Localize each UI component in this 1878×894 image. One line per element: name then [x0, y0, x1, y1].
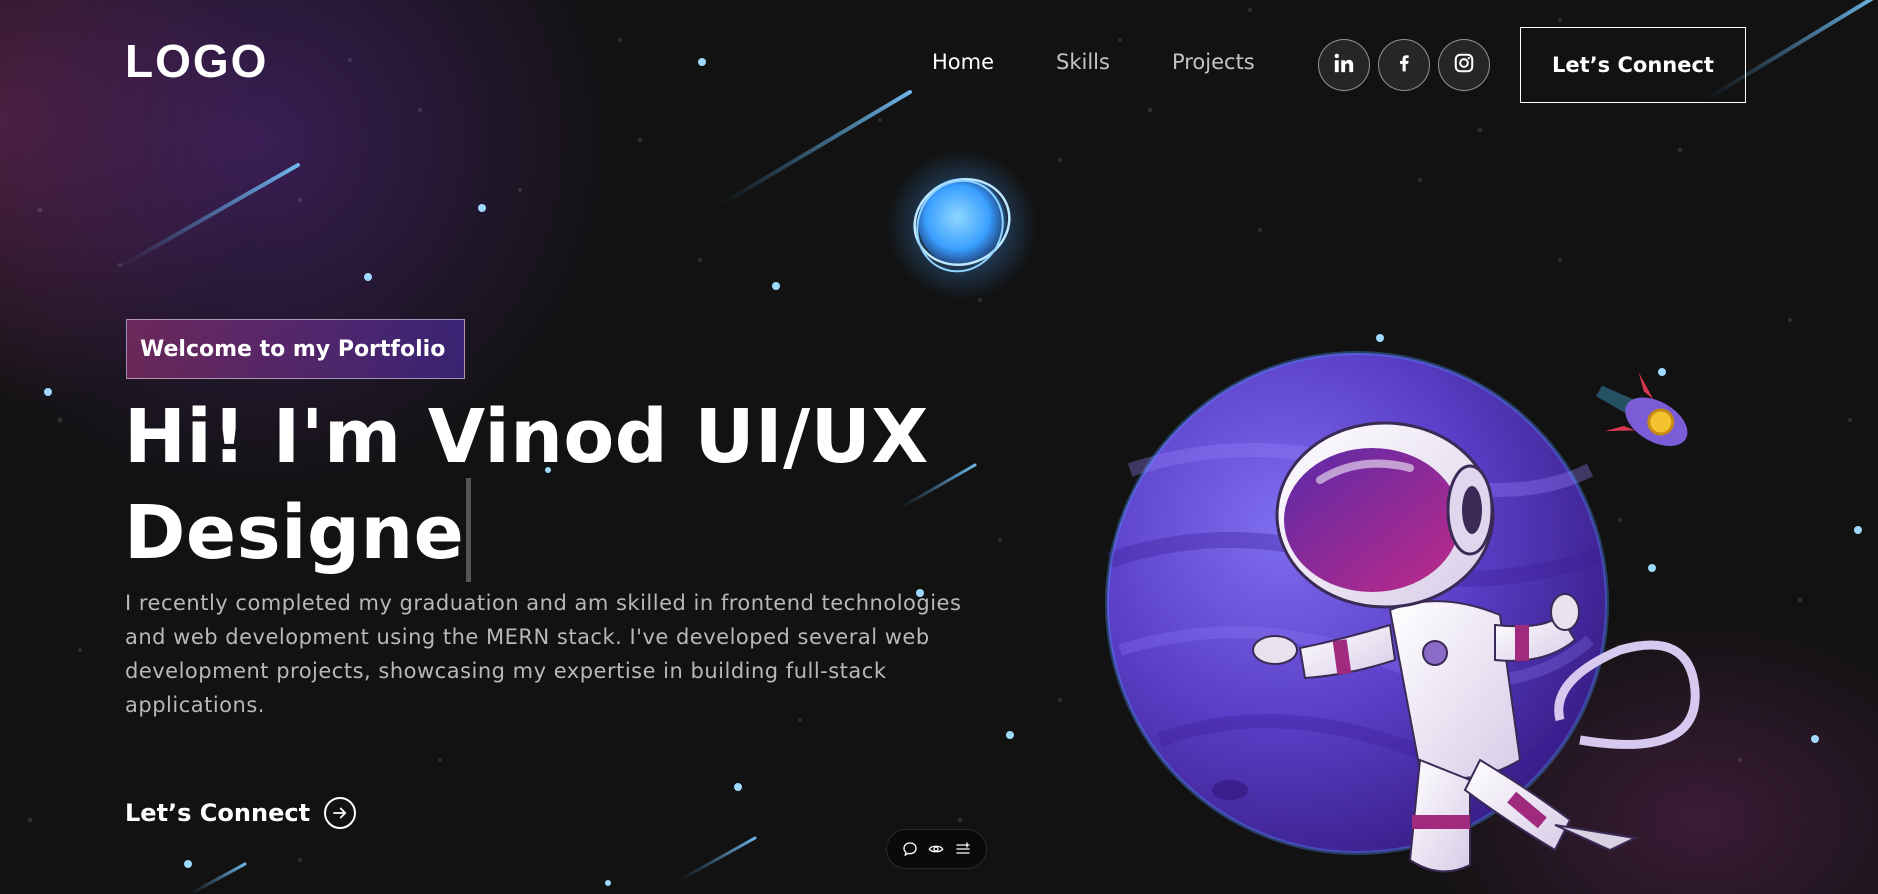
instagram-icon — [1453, 52, 1475, 78]
arrow-right-circle-icon — [324, 797, 357, 829]
social-icons — [1318, 39, 1490, 91]
hero-headline: Hi! I'm Vinod UI/UX Designe — [124, 396, 1024, 582]
hero-description: I recently completed my graduation and a… — [125, 591, 962, 717]
linkedin-button[interactable] — [1318, 39, 1370, 91]
facebook-icon — [1394, 53, 1414, 77]
facebook-button[interactable] — [1378, 39, 1430, 91]
hero-banner: LOGO Home Skills Projects Let’s Connect … — [0, 0, 1878, 894]
eye-icon[interactable] — [925, 838, 947, 860]
lets-connect-link[interactable]: Let’s Connect — [125, 797, 357, 829]
rocket — [1596, 372, 1688, 447]
instagram-button[interactable] — [1438, 39, 1490, 91]
menu-list-icon[interactable] — [952, 838, 974, 860]
nav-link-projects[interactable]: Projects — [1172, 50, 1255, 75]
comment-icon[interactable] — [899, 838, 921, 860]
main-nav: Home Skills Projects — [932, 50, 1317, 75]
linkedin-icon — [1333, 52, 1355, 78]
blue-orb — [887, 150, 1037, 300]
floating-toolbar — [886, 829, 987, 869]
nav-link-skills[interactable]: Skills — [1056, 50, 1110, 75]
headline-line-2: Designe — [124, 490, 465, 576]
welcome-tagline: Welcome to my Portfolio — [126, 319, 465, 379]
cta-label: Let’s Connect — [125, 799, 311, 827]
typing-cursor — [466, 478, 472, 582]
headline-line-1: Hi! I'm Vinod UI/UX — [124, 394, 929, 480]
logo[interactable]: LOGO — [125, 38, 268, 84]
lets-connect-button[interactable]: Let’s Connect — [1520, 27, 1746, 103]
nav-link-home[interactable]: Home — [932, 50, 994, 75]
